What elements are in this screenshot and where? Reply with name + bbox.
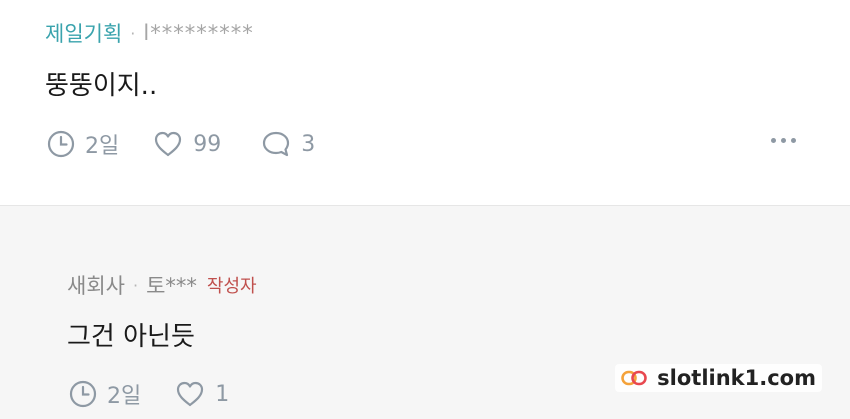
reply-count: 3 <box>301 131 316 157</box>
watermark-text: slotlink1.com <box>657 366 816 390</box>
reply-text: 그건 아닌듯 <box>67 322 195 352</box>
heart-icon <box>177 381 204 407</box>
reply-user-id: 토*** <box>146 274 197 298</box>
comment-actions: 2일 99 3 <box>47 126 315 162</box>
op-badge: 작성자 <box>206 276 257 297</box>
reply-button[interactable]: 3 <box>261 130 315 158</box>
comment-time-label: 2일 <box>85 134 120 159</box>
watermark-logo-icon <box>621 370 647 386</box>
reply-time-label: 2일 <box>107 384 142 409</box>
meta-separator: · <box>132 275 139 295</box>
comment-author[interactable]: 제일기획 <box>45 18 122 48</box>
comment-card: 제일기획 · l********* 뚱뚱이지.. 2일 99 3 <box>0 0 850 205</box>
heart-icon <box>155 131 182 157</box>
like-button[interactable]: 99 <box>153 130 221 158</box>
comment-user-id: l********* <box>143 21 254 45</box>
reply-author[interactable]: 새회사 <box>67 270 125 300</box>
reply-like-count: 1 <box>215 381 230 407</box>
watermark: slotlink1.com <box>615 364 822 392</box>
speech-bubble-icon <box>263 131 290 157</box>
meta-separator: · <box>130 23 136 43</box>
reply-time: 2일 <box>69 378 141 410</box>
clock-icon <box>69 380 97 408</box>
reply-meta: 새회사 · 토*** 작성자 <box>67 270 257 300</box>
more-dots-icon[interactable] <box>771 138 796 143</box>
clock-icon <box>47 130 75 158</box>
comment-text: 뚱뚱이지.. <box>45 71 158 101</box>
reply-actions: 2일 1 <box>69 376 229 412</box>
like-count: 99 <box>193 131 222 157</box>
comment-time: 2일 <box>47 128 119 160</box>
comment-meta: 제일기획 · l********* <box>45 18 254 48</box>
reply-like-button[interactable]: 1 <box>175 380 229 408</box>
